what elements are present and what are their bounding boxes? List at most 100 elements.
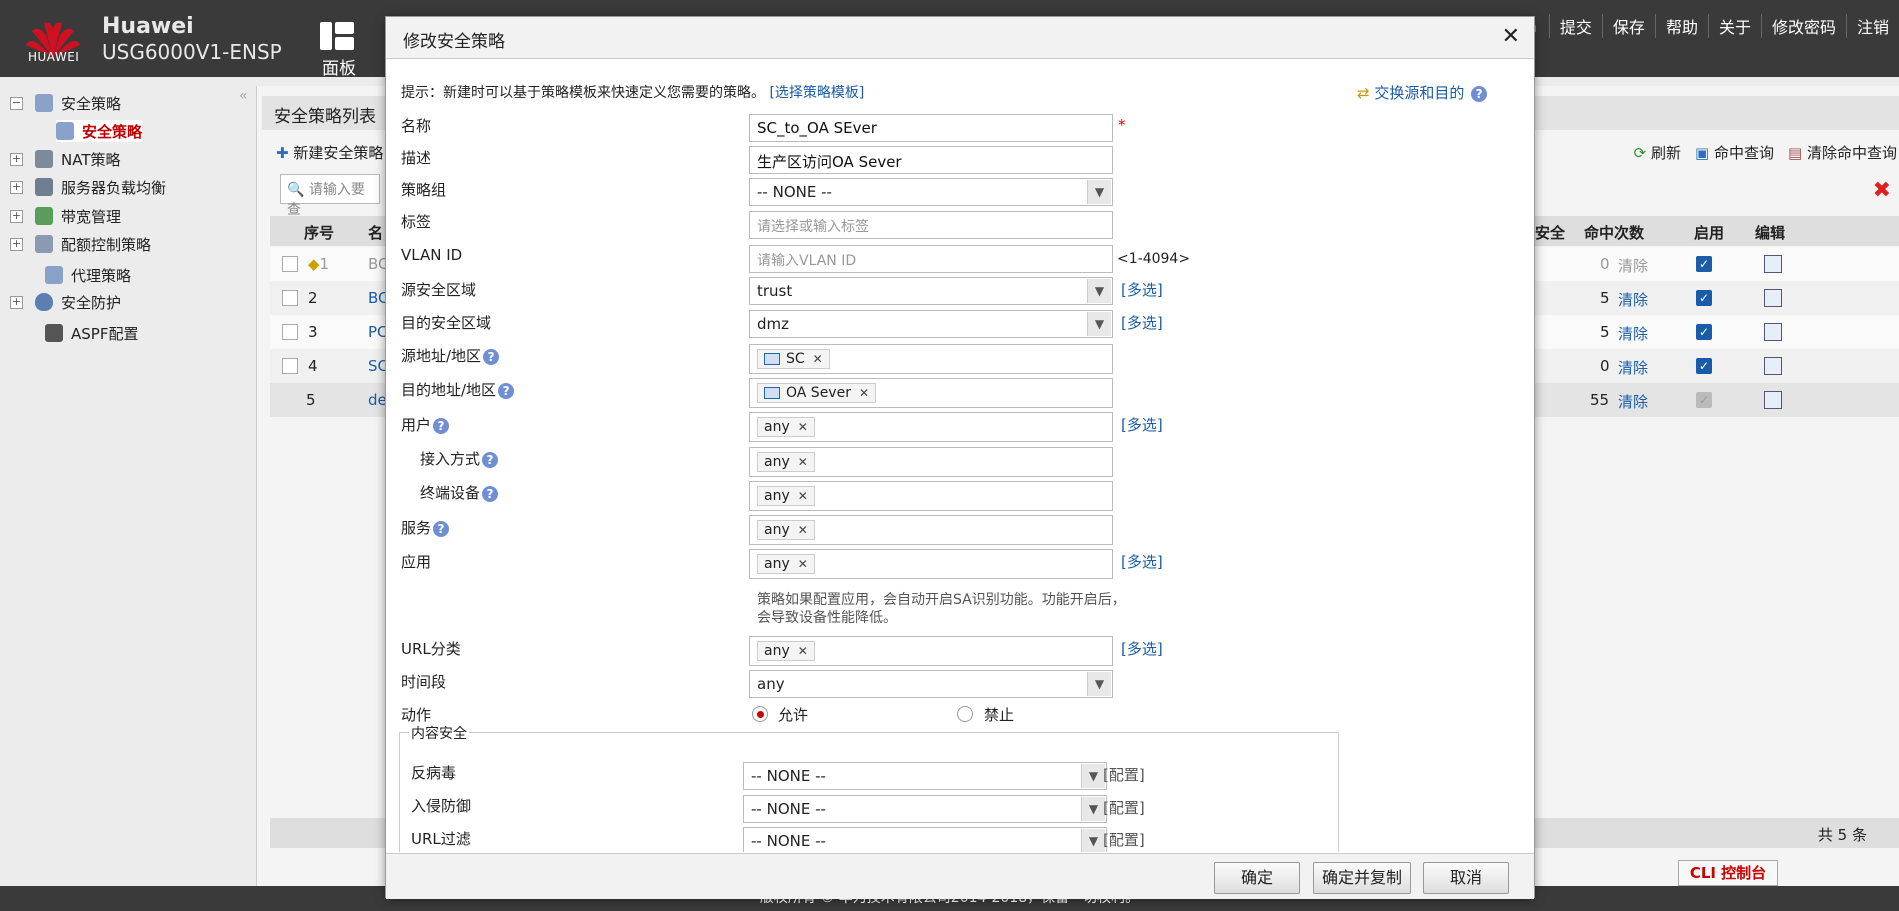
remove-tag-icon[interactable]: ✕ — [798, 557, 808, 571]
edit-icon[interactable] — [1764, 357, 1782, 375]
expand-icon[interactable]: + — [10, 209, 23, 223]
ok-and-copy-button[interactable]: 确定并复制 — [1313, 862, 1411, 894]
enable-checkbox[interactable]: ✓ — [1696, 324, 1712, 340]
dashboard-tab[interactable]: 面板 — [322, 54, 356, 79]
change-password-link[interactable]: 修改密码 — [1760, 14, 1846, 38]
row-checkbox[interactable] — [282, 290, 298, 306]
row-clear[interactable]: 清除 — [1618, 357, 1648, 378]
help-icon[interactable]: ? — [433, 520, 450, 537]
remove-tag-icon[interactable]: ✕ — [798, 420, 808, 434]
chevron-down-icon[interactable]: ▼ — [1087, 279, 1111, 303]
row-clear[interactable]: 清除 — [1618, 391, 1648, 412]
service-input[interactable]: any ✕ — [749, 515, 1113, 545]
help-icon[interactable]: ? — [482, 485, 499, 502]
sidebar-item-quota-control[interactable]: + 配额控制策略 — [10, 233, 151, 255]
row-name[interactable]: de — [368, 391, 387, 409]
ips-config-link[interactable]: [配置] — [1103, 797, 1145, 818]
about-link[interactable]: 关于 — [1707, 14, 1761, 38]
hit-query-button[interactable]: ▣ 命中查询 — [1695, 142, 1774, 163]
access-mode-input[interactable]: any ✕ — [749, 447, 1113, 477]
src-address-input[interactable]: SC ✕ — [749, 344, 1113, 374]
sidebar-item-security-protection[interactable]: + 安全防护 — [10, 291, 121, 313]
chevron-down-icon[interactable]: ▼ — [1081, 764, 1105, 788]
cli-console-button[interactable]: CLI 控制台 — [1678, 860, 1778, 886]
antivirus-select[interactable]: -- NONE -- ▼ — [743, 762, 1107, 790]
enable-checkbox[interactable]: ✓ — [1696, 256, 1712, 272]
antivirus-config-link[interactable]: [配置] — [1103, 764, 1145, 785]
description-input[interactable]: 生产区访问OA Sever — [749, 146, 1113, 174]
edit-icon[interactable] — [1764, 255, 1782, 273]
user-input[interactable]: any ✕ — [749, 412, 1113, 442]
sidebar-item-security-policy[interactable]: − 安全策略 — [10, 92, 121, 114]
src-zone-select[interactable]: trust ▼ — [749, 277, 1113, 305]
sidebar-item-proxy-policy[interactable]: 代理策略 — [45, 264, 131, 286]
chevron-down-icon[interactable]: ▼ — [1081, 829, 1105, 852]
collapse-sidebar-icon[interactable]: « — [239, 88, 248, 104]
select-template-link[interactable]: [选择策略模板] — [769, 85, 864, 101]
sidebar-item-nat-policy[interactable]: + NAT策略 — [10, 148, 120, 170]
expand-icon[interactable]: + — [10, 295, 23, 309]
delete-icon[interactable]: ✖ — [1873, 178, 1891, 203]
action-deny-label[interactable]: 禁止 — [984, 704, 1014, 725]
swap-src-dst-button[interactable]: ⇄ 交换源和目的 ? — [1357, 82, 1488, 103]
action-allow-radio[interactable] — [752, 706, 768, 722]
remove-tag-icon[interactable]: ✕ — [798, 523, 808, 537]
enable-checkbox[interactable]: ✓ — [1696, 290, 1712, 306]
chevron-down-icon[interactable]: ▼ — [1087, 672, 1111, 696]
time-range-select[interactable]: any ▼ — [749, 670, 1113, 698]
clear-hit-query-button[interactable]: ▤ 清除命中查询 — [1788, 142, 1897, 163]
expand-icon[interactable]: + — [10, 152, 23, 166]
row-checkbox[interactable] — [282, 358, 298, 374]
chevron-down-icon[interactable]: ▼ — [1081, 797, 1105, 821]
chevron-down-icon[interactable]: ▼ — [1087, 180, 1111, 204]
row-checkbox[interactable] — [282, 256, 298, 272]
sidebar-item-security-policy-sub[interactable]: 安全策略 — [56, 120, 143, 142]
action-allow-label[interactable]: 允许 — [778, 704, 808, 725]
ok-button[interactable]: 确定 — [1214, 862, 1300, 894]
sidebar-item-aspf[interactable]: ASPF配置 — [45, 322, 138, 344]
edit-icon[interactable] — [1764, 323, 1782, 341]
commit-link[interactable]: 提交 — [1548, 14, 1602, 38]
sidebar-item-server-load-balance[interactable]: + 服务器负载均衡 — [10, 176, 166, 198]
src-zone-multi-select[interactable]: [多选] — [1121, 279, 1163, 300]
application-input[interactable]: any ✕ — [749, 549, 1113, 579]
enable-checkbox[interactable]: ✓ — [1696, 358, 1712, 374]
row-clear[interactable]: 清除 — [1618, 255, 1648, 276]
user-multi-select[interactable]: [多选] — [1121, 414, 1163, 435]
edit-icon[interactable] — [1764, 391, 1782, 409]
row-clear[interactable]: 清除 — [1618, 289, 1648, 310]
expand-icon[interactable]: + — [10, 180, 23, 194]
remove-tag-icon[interactable]: ✕ — [813, 352, 823, 366]
new-policy-button[interactable]: ✚ 新建安全策略 — [276, 142, 383, 163]
help-link[interactable]: 帮助 — [1654, 14, 1708, 38]
remove-tag-icon[interactable]: ✕ — [798, 489, 808, 503]
logout-link[interactable]: 注销 — [1845, 14, 1899, 38]
row-clear[interactable]: 清除 — [1618, 323, 1648, 344]
name-input[interactable]: SC_to_OA SEver — [749, 114, 1113, 142]
policy-search-input[interactable]: 🔍 请输入要查 — [280, 174, 380, 218]
save-link[interactable]: 保存 — [1601, 14, 1655, 38]
help-icon[interactable]: ? — [1471, 85, 1488, 102]
sidebar-item-bandwidth[interactable]: + 带宽管理 — [10, 205, 121, 227]
collapse-icon[interactable]: − — [10, 96, 23, 110]
edit-icon[interactable] — [1764, 289, 1782, 307]
close-icon[interactable]: ✕ — [1502, 24, 1520, 49]
chevron-down-icon[interactable]: ▼ — [1087, 312, 1111, 336]
help-icon[interactable]: ? — [483, 348, 500, 365]
expand-icon[interactable]: + — [10, 237, 23, 251]
policy-group-select[interactable]: -- NONE -- ▼ — [749, 178, 1113, 206]
help-icon[interactable]: ? — [498, 382, 515, 399]
remove-tag-icon[interactable]: ✕ — [798, 644, 808, 658]
url-category-input[interactable]: any ✕ — [749, 636, 1113, 666]
ips-select[interactable]: -- NONE -- ▼ — [743, 795, 1107, 823]
tag-input[interactable]: 请选择或输入标签 — [749, 211, 1113, 239]
dst-address-input[interactable]: OA Sever ✕ — [749, 378, 1113, 408]
terminal-device-input[interactable]: any ✕ — [749, 481, 1113, 511]
row-checkbox[interactable] — [282, 324, 298, 340]
dst-zone-select[interactable]: dmz ▼ — [749, 310, 1113, 338]
dashboard-icon[interactable] — [320, 22, 354, 50]
url-filter-config-link[interactable]: [配置] — [1103, 829, 1145, 850]
action-deny-radio[interactable] — [957, 706, 973, 722]
vlan-input[interactable]: 请输入VLAN ID — [749, 245, 1113, 273]
refresh-button[interactable]: ⟳ 刷新 — [1634, 142, 1681, 163]
